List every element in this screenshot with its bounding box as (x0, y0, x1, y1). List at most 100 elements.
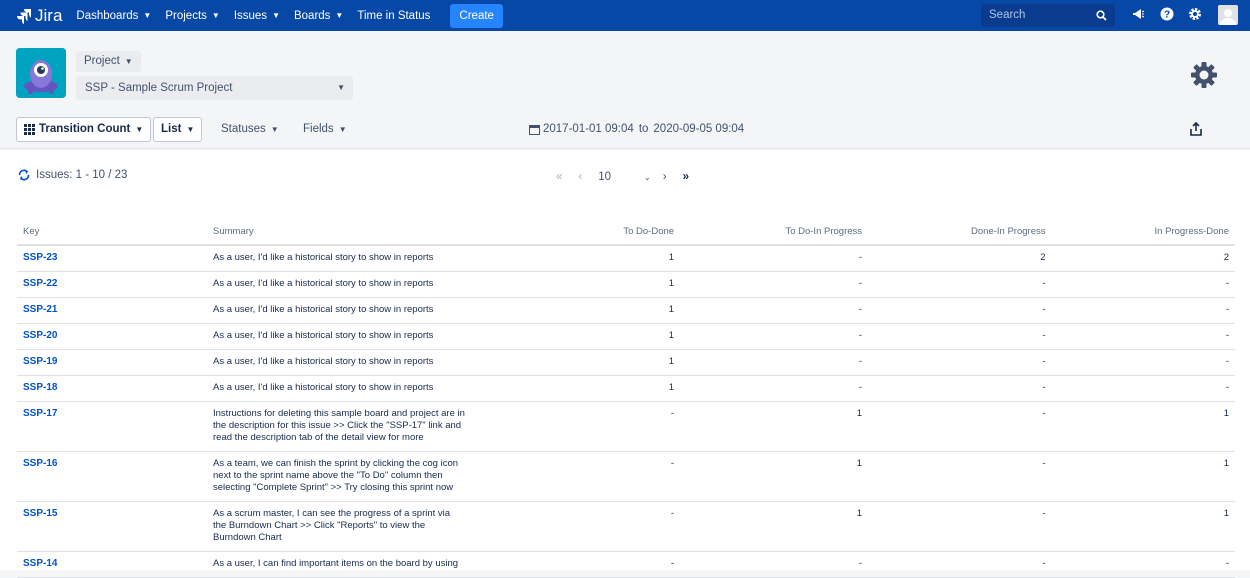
help-icon[interactable]: ? (1160, 7, 1174, 24)
table-row[interactable]: SSP-15 As a scrum master, I can see the p… (17, 501, 1235, 552)
issue-summary: As a user, I'd like a historical story t… (207, 323, 547, 350)
table-row[interactable]: SSP-20 As a user, I'd like a historical s… (17, 323, 1235, 350)
issue-summary-text: As a user, I'd like a historical story t… (213, 252, 434, 263)
calendar-icon (529, 125, 540, 135)
nav-time-in-status-label: Time in Status (357, 9, 431, 22)
cell-todo-inprogress: - (680, 271, 869, 298)
chevron-down-icon: ▼ (270, 125, 279, 134)
refresh-icon[interactable] (18, 169, 30, 181)
search-input[interactable]: Search (981, 4, 1115, 27)
next-page-icon[interactable]: › (663, 171, 667, 183)
issue-key-link[interactable]: SSP-15 (17, 501, 207, 552)
statuses-label: Statuses (221, 123, 266, 135)
issues-table: Key Summary To Do-Done To Do-In Progress… (17, 218, 1235, 578)
pagination: « ‹ 10 ⌄ › » (556, 171, 705, 183)
cell-todo-inprogress: - (680, 349, 869, 376)
page-size-value: 10 (598, 171, 612, 183)
user-avatar[interactable] (1218, 5, 1238, 25)
cell-todo-inprogress: - (680, 323, 869, 350)
issues-count: Issues: 1 - 10 / 23 (18, 169, 127, 181)
cell-todo-inprogress: 1 (680, 451, 869, 502)
cell-todo-done: - (547, 501, 681, 552)
cell-todo-done: 1 (547, 375, 681, 402)
settings-gear-icon[interactable] (1190, 61, 1218, 89)
issue-key-link[interactable]: SSP-19 (17, 349, 207, 376)
export-icon[interactable] (1190, 121, 1202, 141)
page-size-select[interactable]: 10 (598, 171, 627, 183)
table-row[interactable]: SSP-17 Instructions for deleting this sam… (17, 401, 1235, 452)
issue-key-link[interactable]: SSP-14 (17, 551, 207, 578)
table-row[interactable]: SSP-22 As a user, I'd like a historical s… (17, 271, 1235, 298)
view-mode-dropdown[interactable]: List ▼ (153, 117, 203, 142)
search-placeholder: Search (989, 9, 1026, 21)
cell-done-inprogress: - (868, 401, 1052, 452)
statuses-dropdown[interactable]: Statuses ▼ (221, 117, 279, 142)
date-range-picker[interactable]: 2017-01-01 09:04 to 2020-09-05 09:04 (529, 117, 744, 142)
issue-summary-text: As a user, I'd like a historical story t… (213, 330, 434, 341)
col-header-summary[interactable]: Summary (207, 218, 547, 246)
megaphone-icon[interactable] (1131, 7, 1145, 24)
cell-todo-done: 1 (547, 245, 681, 272)
cell-inprogress-done: - (1051, 551, 1235, 578)
last-page-icon[interactable]: » (683, 171, 689, 183)
grid-icon (24, 124, 35, 135)
issue-summary: As a user, I can find important items on… (207, 551, 547, 578)
table-row[interactable]: SSP-23 As a user, I'd like a historical s… (17, 245, 1235, 272)
fields-dropdown[interactable]: Fields ▼ (303, 117, 347, 142)
table-row[interactable]: SSP-21 As a user, I'd like a historical s… (17, 297, 1235, 324)
col-header-inprogress-done[interactable]: In Progress-Done (1051, 218, 1235, 246)
cell-done-inprogress: - (868, 451, 1052, 502)
chevron-down-icon[interactable]: ⌄ (644, 173, 651, 182)
cell-done-inprogress: - (868, 349, 1052, 376)
cell-done-inprogress: - (868, 551, 1052, 578)
cell-inprogress-done: 1 (1051, 401, 1235, 452)
view-mode-label: List (161, 123, 182, 135)
table-row[interactable]: SSP-18 As a user, I'd like a historical s… (17, 375, 1235, 402)
create-button[interactable]: Create (450, 3, 503, 28)
table-row[interactable]: SSP-19 As a user, I'd like a historical s… (17, 349, 1235, 376)
prev-page-icon[interactable]: ‹ (578, 171, 582, 183)
cell-inprogress-done: - (1051, 349, 1235, 376)
issue-key-link[interactable]: SSP-22 (17, 271, 207, 298)
toolbar: Transition Count ▼ List ▼ Statuses ▼ Fields… (0, 117, 1250, 145)
table-row[interactable]: SSP-16 As a team, we can finish the sprin… (17, 451, 1235, 502)
issue-key-link[interactable]: SSP-20 (17, 323, 207, 350)
col-header-todo-done[interactable]: To Do-Done (547, 218, 681, 246)
issue-key-link[interactable]: SSP-23 (17, 245, 207, 272)
issue-summary-text: As a scrum master, I can see the progres… (213, 508, 451, 543)
cell-inprogress-done: - (1051, 297, 1235, 324)
col-header-key[interactable]: Key (17, 218, 207, 246)
jira-logo[interactable]: Jira (16, 6, 62, 26)
issue-summary-text: As a user, I'd like a historical story t… (213, 382, 434, 393)
table-row[interactable]: SSP-14 As a user, I can find important it… (17, 551, 1235, 578)
project-select-value: SSP - Sample Scrum Project (85, 82, 233, 94)
issue-key-link[interactable]: SSP-17 (17, 401, 207, 452)
cell-todo-done: - (547, 401, 681, 452)
first-page-icon[interactable]: « (556, 171, 562, 183)
nav-time-in-status[interactable]: Time in Status (357, 10, 430, 22)
issue-key-link[interactable]: SSP-16 (17, 451, 207, 502)
date-from: 2017-01-01 09:04 (543, 123, 634, 135)
cell-todo-inprogress: - (680, 297, 869, 324)
col-header-todo-inprogress[interactable]: To Do-In Progress (680, 218, 869, 246)
nav-dashboards[interactable]: Dashboards ▼ (76, 10, 151, 22)
nav-projects[interactable]: Projects ▼ (165, 10, 219, 22)
cell-inprogress-done: - (1051, 375, 1235, 402)
chevron-down-icon: ▼ (124, 57, 133, 66)
issue-summary: As a user, I'd like a historical story t… (207, 297, 547, 324)
issue-summary: As a team, we can finish the sprint by c… (207, 451, 547, 502)
jira-logo-text: Jira (35, 5, 63, 25)
project-dropdown[interactable]: Project ▼ (76, 51, 141, 72)
col-header-done-inprogress[interactable]: Done-In Progress (868, 218, 1052, 246)
nav-issues[interactable]: Issues ▼ (234, 10, 280, 22)
issue-key-link[interactable]: SSP-21 (17, 297, 207, 324)
report-type-dropdown[interactable]: Transition Count ▼ (16, 117, 152, 142)
project-select[interactable]: SSP - Sample Scrum Project ▼ (76, 76, 353, 100)
chevron-down-icon: ▼ (272, 11, 280, 20)
issue-key-link[interactable]: SSP-18 (17, 375, 207, 402)
cell-inprogress-done: 2 (1051, 245, 1235, 272)
issue-summary: Instructions for deleting this sample bo… (207, 401, 547, 452)
svg-text:?: ? (1164, 10, 1170, 21)
nav-boards[interactable]: Boards ▼ (294, 10, 343, 22)
settings-icon[interactable] (1188, 7, 1202, 24)
